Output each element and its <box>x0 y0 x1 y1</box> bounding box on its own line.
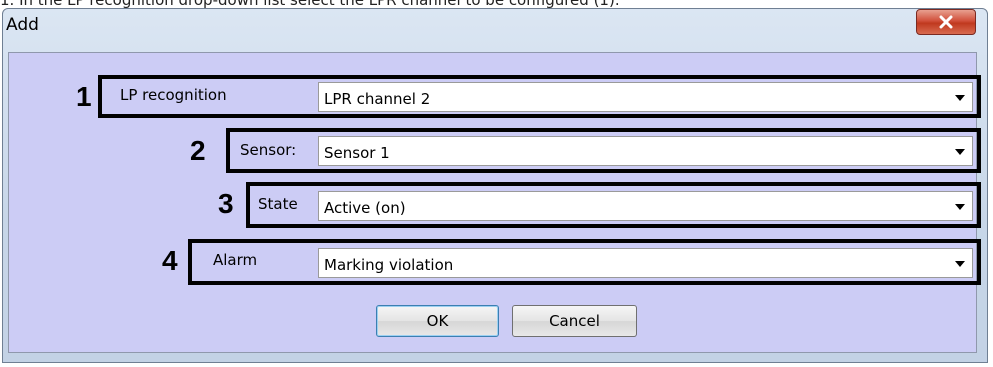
chevron-down-icon <box>955 204 965 210</box>
state-label: State <box>258 195 298 213</box>
alarm-select[interactable]: Marking violation <box>318 248 973 278</box>
ok-button[interactable]: OK <box>376 305 499 337</box>
sensor-value: Sensor 1 <box>324 144 390 162</box>
callout-number-4: 4 <box>162 245 178 276</box>
chevron-down-icon <box>955 149 965 155</box>
cancel-button[interactable]: Cancel <box>512 305 637 337</box>
chevron-down-icon <box>955 261 965 267</box>
window-title: Add <box>6 15 39 35</box>
callout-number-1: 1 <box>76 81 92 112</box>
close-button[interactable] <box>916 9 976 35</box>
state-value: Active (on) <box>324 199 406 217</box>
sensor-label: Sensor: <box>240 141 297 159</box>
sensor-select[interactable]: Sensor 1 <box>318 136 973 166</box>
lp-recognition-value: LPR channel 2 <box>324 90 431 108</box>
callout-number-2: 2 <box>190 135 206 166</box>
state-select[interactable]: Active (on) <box>318 191 973 221</box>
alarm-label: Alarm <box>213 251 258 269</box>
lp-recognition-label: LP recognition <box>120 86 227 104</box>
callout-number-3: 3 <box>218 188 234 219</box>
lp-recognition-select[interactable]: LPR channel 2 <box>318 82 973 112</box>
alarm-value: Marking violation <box>324 256 454 274</box>
close-icon <box>939 15 953 29</box>
chevron-down-icon <box>955 95 965 101</box>
